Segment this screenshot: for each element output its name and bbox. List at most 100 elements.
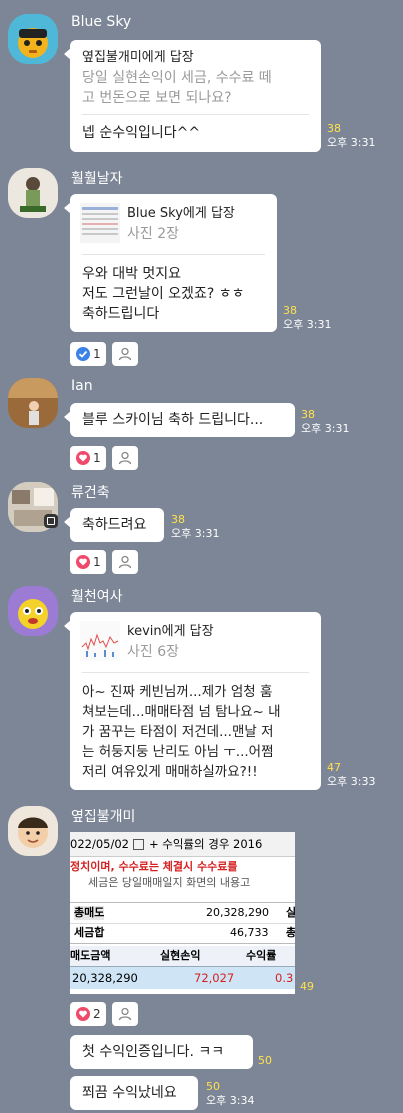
photo-thumbnail[interactable] (80, 203, 120, 243)
person-icon (118, 555, 132, 569)
message-line: 저도 그런날이 오겠죠? ㅎㅎ (82, 286, 245, 302)
quoted-photo-count: 사진 2장 (127, 226, 179, 242)
reaction-heart[interactable]: 1 (70, 446, 106, 470)
message-meta: 38 오후 3:31 (283, 304, 331, 332)
message-bubble[interactable]: 블루 스카이님 축하 드립니다... (64, 403, 295, 437)
reply-divider (82, 254, 265, 255)
reply-to-label: kevin에게 답장 (127, 624, 214, 639)
quoted-line: 당일 실현손익이 세금, 수수료 떼 (82, 70, 272, 86)
reaction-count: 1 (93, 347, 101, 361)
reaction-count: 2 (93, 1007, 101, 1021)
sender-name: Blue Sky (71, 14, 132, 30)
image-date: 022/05/02 (70, 837, 129, 851)
reaction-heart[interactable]: 2 (70, 1002, 106, 1026)
reaction-heart[interactable]: 1 (70, 550, 106, 574)
quoted-photo-count: 사진 6장 (127, 644, 179, 660)
sender-name: 옆집불개미 (71, 809, 136, 825)
message-bubble[interactable]: 쬐끔 수익났네요 (70, 1076, 198, 1110)
sender-name: Ian (71, 378, 93, 394)
avatar[interactable] (8, 378, 58, 428)
image-cell: 20,328,290 (72, 971, 138, 985)
message-bubble[interactable]: 축하드려요 (64, 508, 164, 542)
message-meta: 47 오후 3:33 (327, 761, 375, 789)
unread-count: 38 (283, 304, 297, 317)
timestamp: 오후 3:33 (327, 775, 376, 788)
message-meta: 49 (300, 980, 314, 994)
message-line: 저리 여유있게 매매하실까요?!! (82, 764, 258, 780)
message-line: 우와 대박 멋지요 (82, 266, 182, 282)
reply-to-label: 옆집불개미에게 답장 (82, 50, 194, 65)
message-line: 쳐보는데...매매타점 넘 탐나요~ 내 (82, 704, 281, 720)
timestamp: 오후 3:31 (327, 136, 376, 149)
avatar[interactable] (8, 586, 58, 636)
image-col-header: 매도금액 (70, 949, 111, 962)
message-text: 넵 순수익입니다^^ (82, 125, 201, 141)
photo-thumbnail[interactable] (80, 621, 120, 661)
message-bubble[interactable]: 첫 수익인증입니다. ㅋㅋ (70, 1035, 253, 1069)
avatar[interactable] (8, 14, 58, 64)
shared-image[interactable]: 022/05/02 + 수익률의 경우 2016 정치이며, 수수료는 체결시 … (70, 832, 295, 994)
calendar-icon (132, 838, 144, 850)
image-cell: 72,027 (194, 971, 235, 985)
timestamp: 오후 3:34 (206, 1094, 255, 1107)
spreadsheet-thumbnail-icon (80, 203, 120, 243)
sender-name: 훨천여사 (71, 589, 123, 605)
sender-name: 훨훨날자 (71, 171, 123, 187)
message-meta: 38 오후 3:31 (327, 122, 375, 150)
image-cell: 0.3 (275, 971, 294, 985)
character-avatar-icon (8, 586, 58, 636)
reply-bubble[interactable]: Blue Sky에게 답장 사진 2장 우와 대박 멋지요 저도 그런날이 오겠… (64, 194, 277, 332)
timestamp: 오후 3:31 (171, 527, 220, 540)
sender-name: 류건축 (71, 485, 110, 501)
message-line: 축하드립니다 (82, 306, 160, 322)
profile-badge-icon (44, 514, 58, 528)
unread-count: 47 (327, 761, 341, 774)
heart-icon (76, 451, 90, 465)
add-reaction-button[interactable] (112, 446, 138, 470)
unread-count: 50 (206, 1080, 220, 1093)
reply-bubble[interactable]: 옆집불개미에게 답장 당일 실현손익이 세금, 수수료 떼 고 번돈으로 보면 … (64, 40, 321, 152)
message-text: 쬐끔 수익났네요 (82, 1085, 177, 1101)
image-row-label: 세금합 (74, 926, 105, 939)
photo-avatar-icon (8, 378, 58, 428)
image-row-value: 20,328,290 (206, 906, 269, 919)
image-row-label: 총매도 (74, 906, 105, 920)
image-header-text: + 수익률의 경우 2016 (148, 837, 263, 851)
add-reaction-button[interactable] (112, 342, 138, 366)
message-line: 가 꿈꾸는 타점이 저건데...맨날 저 (82, 724, 274, 740)
message-meta: 50 (258, 1054, 272, 1068)
reply-divider (82, 672, 309, 673)
avatar[interactable] (8, 806, 58, 856)
reaction-check[interactable]: 1 (70, 342, 106, 366)
person-icon (118, 451, 132, 465)
check-icon (76, 347, 90, 361)
avatar[interactable] (8, 168, 58, 218)
baby-photo-avatar-icon (8, 806, 58, 856)
chart-thumbnail-icon (80, 621, 120, 661)
message-text: 첫 수익인증입니다. ㅋㅋ (82, 1044, 225, 1060)
add-reaction-button[interactable] (112, 550, 138, 574)
image-row-tail: 총 (286, 926, 295, 939)
message-text: 블루 스카이님 축하 드립니다... (82, 412, 264, 428)
image-col-header: 실현손익 (160, 949, 201, 962)
unread-count: 38 (327, 122, 341, 135)
reaction-count: 1 (93, 451, 101, 465)
heart-icon (76, 555, 90, 569)
heart-icon (76, 1007, 90, 1021)
message-meta: 38 오후 3:31 (301, 408, 349, 436)
message-text: 축하드려요 (82, 517, 147, 533)
message-meta: 38 오후 3:31 (171, 513, 219, 541)
reply-bubble[interactable]: kevin에게 답장 사진 6장 아~ 진짜 케빈님꺼...제가 엄청 훔 쳐보… (64, 612, 321, 790)
reaction-count: 1 (93, 555, 101, 569)
unread-count: 38 (301, 408, 315, 421)
image-row-value: 46,733 (230, 926, 269, 939)
unread-count: 38 (171, 513, 185, 526)
timestamp: 오후 3:31 (301, 422, 350, 435)
message-line: 아~ 진짜 케빈님꺼...제가 엄청 훔 (82, 684, 273, 700)
image-gray-line: 세금은 당일매매일지 화면의 내용고 (88, 876, 251, 889)
add-reaction-button[interactable] (112, 1002, 138, 1026)
image-col-header: 수익률 (246, 949, 277, 962)
message-meta: 50 오후 3:34 (206, 1080, 254, 1108)
image-row-tail: 실 (286, 906, 295, 919)
person-icon (118, 347, 132, 361)
